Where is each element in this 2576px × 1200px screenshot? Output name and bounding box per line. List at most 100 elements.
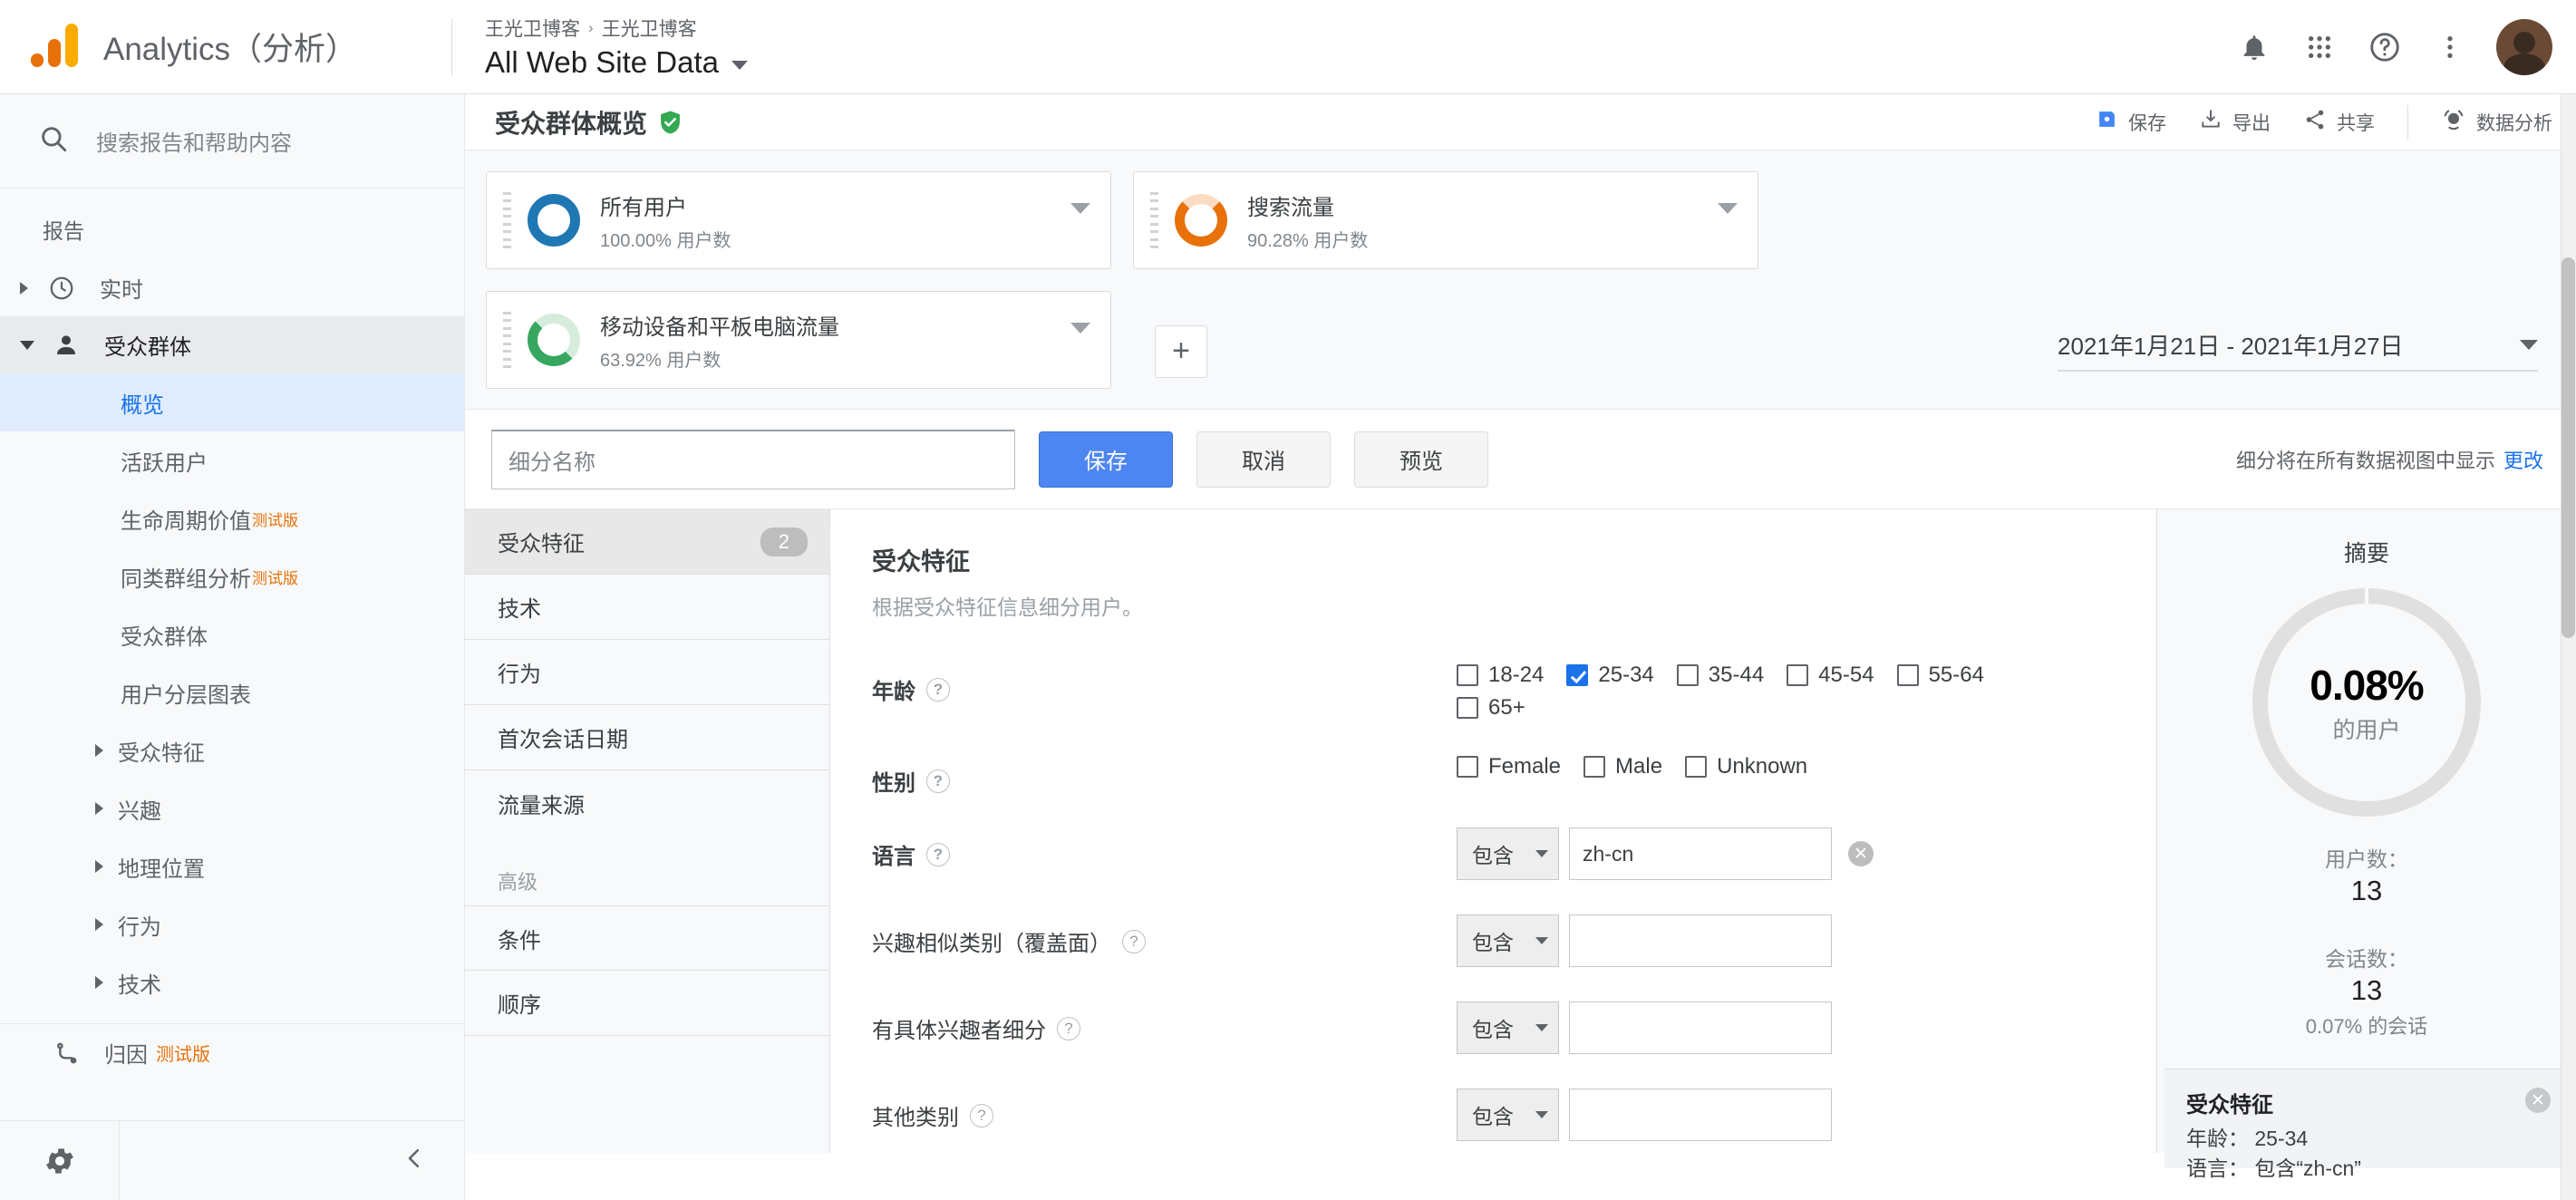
avatar[interactable] [2496, 18, 2552, 75]
checkbox-box[interactable] [1896, 664, 1919, 686]
vertical-scrollbar[interactable] [2561, 94, 2576, 1200]
more-vert-icon[interactable] [2422, 19, 2478, 75]
checkbox-box[interactable] [1457, 756, 1478, 778]
save-button[interactable]: 保存 [1039, 431, 1173, 488]
builder-tab-technology[interactable]: 技术 [465, 575, 829, 640]
help-icon[interactable]: ? [970, 1103, 993, 1127]
apps-grid-icon[interactable] [2291, 19, 2348, 75]
add-segment-button[interactable]: + [1155, 324, 1207, 378]
breadcrumb-account[interactable]: 王光卫博客 [485, 15, 580, 42]
sidebar-item-attribution[interactable]: 归因 测试版 [0, 1024, 464, 1081]
view-selector[interactable]: All Web Site Data [485, 45, 749, 80]
search-row[interactable]: 搜索报告和帮助内容 [0, 94, 464, 189]
beta-badge: 测试版 [252, 569, 298, 587]
help-icon[interactable]: ? [1122, 929, 1146, 953]
scrollbar-thumb[interactable] [2561, 257, 2575, 638]
operator-select-other[interactable]: 包含 [1457, 1089, 1559, 1141]
cancel-button[interactable]: 取消 [1196, 431, 1331, 488]
checkbox-age-18-24[interactable]: 18-24 [1457, 663, 1544, 688]
checkbox-age-45-54[interactable]: 45-54 [1787, 663, 1874, 688]
chevron-down-icon[interactable] [1070, 203, 1090, 214]
drag-handle-icon[interactable] [503, 312, 511, 368]
segment-name-input[interactable]: 细分名称 [491, 429, 1015, 489]
sidebar-group-demographics[interactable]: 受众特征 [0, 721, 464, 779]
checkbox-box[interactable] [1566, 664, 1589, 686]
sidebar-group-technology[interactable]: 技术 [0, 953, 464, 1011]
builder-tab-sequences[interactable]: 顺序 [465, 971, 829, 1036]
checkbox-age-65plus[interactable]: 65+ [1457, 695, 2134, 721]
checkbox-gender-female[interactable]: Female [1457, 754, 1561, 779]
collapse-sidebar-icon[interactable] [401, 1145, 464, 1176]
value-input-inmarket[interactable] [1569, 1002, 1832, 1054]
checkbox-box[interactable] [1457, 664, 1478, 686]
sidebar-item-user-explorer[interactable]: 用户分层图表 [0, 663, 464, 721]
sidebar-item-lifetime-value[interactable]: 生命周期价值 测试版 [0, 489, 464, 547]
sidebar-group-interests[interactable]: 兴趣 [0, 779, 464, 837]
insights-button[interactable]: 数据分析 [2441, 107, 2552, 138]
sidebar-item-audience[interactable]: 受众群体 [0, 316, 464, 373]
preview-button[interactable]: 预览 [1354, 431, 1488, 488]
breadcrumb-property[interactable]: 王光卫博客 [602, 15, 697, 42]
segment-card[interactable]: 所有用户 100.00% 用户数 [486, 171, 1111, 269]
sidebar-group-geo[interactable]: 地理位置 [0, 837, 464, 895]
builder-tab-first-session-date[interactable]: 首次会话日期 [465, 705, 829, 770]
value-input-language[interactable]: zh-cn [1569, 827, 1832, 880]
builder-tab-conditions[interactable]: 条件 [465, 905, 829, 971]
brand-block[interactable]: Analytics（分析） [0, 22, 451, 73]
field-control-affinity: 包含 [1457, 915, 2156, 967]
drag-handle-icon[interactable] [503, 192, 511, 248]
sidebar-item-audiences[interactable]: 受众群体 [0, 605, 464, 663]
search-input[interactable]: 搜索报告和帮助内容 [96, 125, 292, 157]
checkbox-box[interactable] [1457, 697, 1478, 719]
segment-card[interactable]: 搜索流量 90.28% 用户数 [1133, 171, 1758, 269]
help-icon[interactable]: ? [1057, 1016, 1080, 1040]
chevron-right-icon [20, 281, 28, 295]
operator-select-affinity[interactable]: 包含 [1457, 915, 1559, 967]
operator-select-language[interactable]: 包含 [1457, 827, 1559, 880]
builder-tab-behavior[interactable]: 行为 [465, 640, 829, 705]
sidebar-group-behavior[interactable]: 行为 [0, 895, 464, 953]
summary-percent: 0.08% [2310, 661, 2424, 709]
checkbox-box[interactable] [1787, 664, 1809, 686]
operator-select-inmarket[interactable]: 包含 [1457, 1002, 1559, 1054]
settings-gear-icon[interactable] [0, 1120, 120, 1200]
sidebar-item-active-users[interactable]: 活跃用户 [0, 431, 464, 489]
checkbox-gender-male[interactable]: Male [1583, 754, 1662, 779]
drag-handle-icon[interactable] [1150, 192, 1158, 248]
notifications-icon[interactable] [2226, 19, 2282, 75]
save-report-button[interactable]: 保存 [2096, 108, 2166, 136]
chevron-down-icon[interactable] [1718, 203, 1738, 214]
close-icon[interactable]: ✕ [2525, 1088, 2551, 1113]
date-range-selector[interactable]: 2021年1月21日 - 2021年1月27日 [2058, 328, 2538, 372]
clear-icon[interactable]: ✕ [1848, 841, 1874, 866]
help-icon[interactable]: ? [926, 842, 950, 866]
sidebar-item-overview[interactable]: 概览 [0, 373, 464, 431]
checkbox-age-25-34[interactable]: 25-34 [1566, 663, 1654, 688]
builder-tab-traffic-sources[interactable]: 流量来源 [465, 770, 829, 836]
segment-card[interactable]: 移动设备和平板电脑流量 63.92% 用户数 [486, 291, 1111, 389]
help-icon[interactable] [2357, 19, 2413, 75]
builder-tab-label: 条件 [498, 928, 541, 953]
value-input-affinity[interactable] [1569, 915, 1832, 967]
builder-tab-demographics[interactable]: 受众特征 2 [465, 509, 829, 575]
checkbox-age-35-44[interactable]: 35-44 [1676, 663, 1764, 688]
change-link[interactable]: 更改 [2503, 450, 2543, 472]
export-button[interactable]: 导出 [2199, 108, 2271, 137]
chevron-down-icon [2520, 340, 2538, 350]
checkbox-age-55-64[interactable]: 55-64 [1896, 663, 1984, 688]
builder-tab-count: 2 [760, 527, 808, 556]
help-icon[interactable]: ? [926, 677, 950, 702]
share-button[interactable]: 共享 [2303, 108, 2375, 137]
help-icon[interactable]: ? [926, 769, 950, 793]
checkbox-box[interactable] [1676, 664, 1699, 686]
sidebar-item-realtime[interactable]: 实时 [0, 259, 464, 316]
checkbox-box[interactable] [1685, 756, 1708, 778]
value-input-other[interactable] [1569, 1089, 1832, 1141]
checkbox-gender-unknown[interactable]: Unknown [1685, 754, 1807, 779]
sidebar-item-cohort-analysis[interactable]: 同类群组分析 测试版 [0, 547, 464, 605]
checkbox-box[interactable] [1583, 756, 1606, 778]
field-label-affinity: 兴趣相似类别（覆盖面） ? [872, 915, 1457, 957]
analytics-logo-icon [29, 22, 80, 73]
chevron-down-icon[interactable] [1070, 323, 1090, 334]
checkbox-label: 18-24 [1488, 663, 1545, 687]
